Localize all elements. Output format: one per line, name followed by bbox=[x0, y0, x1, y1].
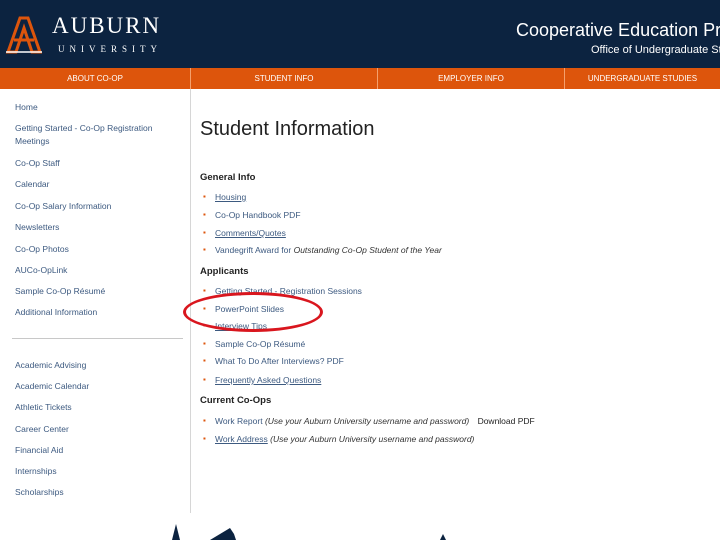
sidebar-item-home[interactable]: Home bbox=[15, 101, 185, 114]
work-report-note: (Use your Auburn University username and… bbox=[264, 416, 470, 426]
footer-skyline-graphic bbox=[172, 524, 446, 540]
link-housing[interactable]: Housing bbox=[215, 192, 246, 202]
bullet-icon: ▪ bbox=[203, 375, 206, 384]
bullet-icon: ▪ bbox=[203, 356, 206, 365]
page-title: Student Information bbox=[200, 118, 375, 140]
sidebar-item-salary-information[interactable]: Co-Op Salary Information bbox=[15, 200, 185, 213]
bullet-icon: ▪ bbox=[203, 286, 206, 295]
link-work-report[interactable]: Work Report bbox=[215, 416, 263, 426]
sidebar-item-aucooplink[interactable]: AUCo-OpLink bbox=[15, 264, 185, 277]
link-faq[interactable]: Frequently Asked Questions bbox=[215, 375, 321, 385]
sidebar-item-coop-photos[interactable]: Co-Op Photos bbox=[15, 243, 185, 256]
bullet-icon: ▪ bbox=[203, 228, 206, 237]
link-coop-handbook[interactable]: Co-Op Handbook PDF bbox=[215, 210, 301, 220]
section-heading-current-coops: Current Co-Ops bbox=[200, 395, 272, 406]
bullet-icon: ▪ bbox=[203, 192, 206, 201]
award-text-b[interactable]: Outstanding Co-Op Student of the Year bbox=[294, 245, 442, 255]
bullet-icon: ▪ bbox=[203, 339, 206, 348]
auburn-au-logo-icon[interactable] bbox=[4, 12, 44, 56]
work-address-note: (Use your Auburn University username and… bbox=[270, 434, 475, 444]
sidebar-item-getting-started[interactable]: Getting Started - Co-Op Registration Mee… bbox=[15, 122, 165, 148]
section-heading-applicants: Applicants bbox=[200, 266, 249, 277]
sidebar-divider bbox=[12, 338, 183, 339]
sidebar-item-internships[interactable]: Internships bbox=[15, 465, 185, 478]
site-header: AUBURN UNIVERSITY Cooperative Education … bbox=[0, 0, 720, 68]
sidebar-item-academic-calendar[interactable]: Academic Calendar bbox=[15, 380, 185, 393]
sidebar-item-calendar[interactable]: Calendar bbox=[15, 178, 185, 191]
link-comments-quotes-text[interactable]: Comments/Quotes bbox=[215, 228, 286, 238]
sidebar: Home Getting Started - Co-Op Registratio… bbox=[0, 89, 191, 513]
section-heading-general-info: General Info bbox=[200, 172, 256, 183]
nav-undergraduate-studies[interactable]: UNDERGRADUATE STUDIES bbox=[565, 68, 720, 89]
sidebar-item-athletic-tickets[interactable]: Athletic Tickets bbox=[15, 401, 185, 414]
bullet-icon: ▪ bbox=[203, 210, 206, 219]
link-housing-text[interactable]: Housing bbox=[215, 192, 246, 202]
bullet-icon: ▪ bbox=[203, 245, 206, 254]
bullet-icon: ▪ bbox=[203, 434, 206, 443]
sidebar-item-coop-staff[interactable]: Co-Op Staff bbox=[15, 157, 185, 170]
link-download-pdf[interactable]: Download PDF bbox=[478, 416, 535, 426]
nav-student-info[interactable]: STUDENT INFO bbox=[191, 68, 377, 89]
sidebar-item-sample-resume[interactable]: Sample Co-Op Résumé bbox=[15, 285, 185, 298]
sidebar-item-additional-information[interactable]: Additional Information bbox=[15, 306, 185, 319]
nav-employer-info[interactable]: EMPLOYER INFO bbox=[378, 68, 564, 89]
sidebar-item-career-center[interactable]: Career Center bbox=[15, 423, 185, 436]
main-nav: ABOUT CO-OP STUDENT INFO EMPLOYER INFO U… bbox=[0, 68, 720, 89]
logo-subtitle: UNIVERSITY bbox=[58, 44, 162, 54]
site-title: Cooperative Education Progr bbox=[516, 20, 720, 40]
sidebar-item-newsletters[interactable]: Newsletters bbox=[15, 221, 185, 234]
sidebar-item-academic-advising[interactable]: Academic Advising bbox=[15, 359, 185, 372]
nav-about-coop[interactable]: ABOUT CO-OP bbox=[0, 68, 190, 89]
bullet-icon: ▪ bbox=[203, 416, 206, 425]
link-after-interviews[interactable]: What To Do After Interviews? PDF bbox=[215, 356, 344, 366]
award-text-a[interactable]: Vandegrift Award for bbox=[215, 245, 294, 255]
link-vandegrift-award[interactable]: Vandegrift Award for Outstanding Co-Op S… bbox=[215, 245, 442, 255]
sidebar-item-financial-aid[interactable]: Financial Aid bbox=[15, 444, 185, 457]
highlight-circle bbox=[183, 292, 323, 332]
work-address-row: Work Address (Use your Auburn University… bbox=[215, 434, 474, 444]
link-work-address[interactable]: Work Address bbox=[215, 434, 268, 444]
link-comments-quotes[interactable]: Comments/Quotes bbox=[215, 228, 286, 238]
work-report-row: Work Report (Use your Auburn University … bbox=[215, 416, 535, 426]
site-subtitle: Office of Undergraduate Stu bbox=[591, 44, 720, 56]
link-faq-text[interactable]: Frequently Asked Questions bbox=[215, 375, 321, 385]
logo-wordmark[interactable]: AUBURN bbox=[52, 14, 161, 38]
sidebar-item-scholarships[interactable]: Scholarships bbox=[15, 486, 185, 499]
link-sample-resume[interactable]: Sample Co-Op Résumé bbox=[215, 339, 305, 349]
